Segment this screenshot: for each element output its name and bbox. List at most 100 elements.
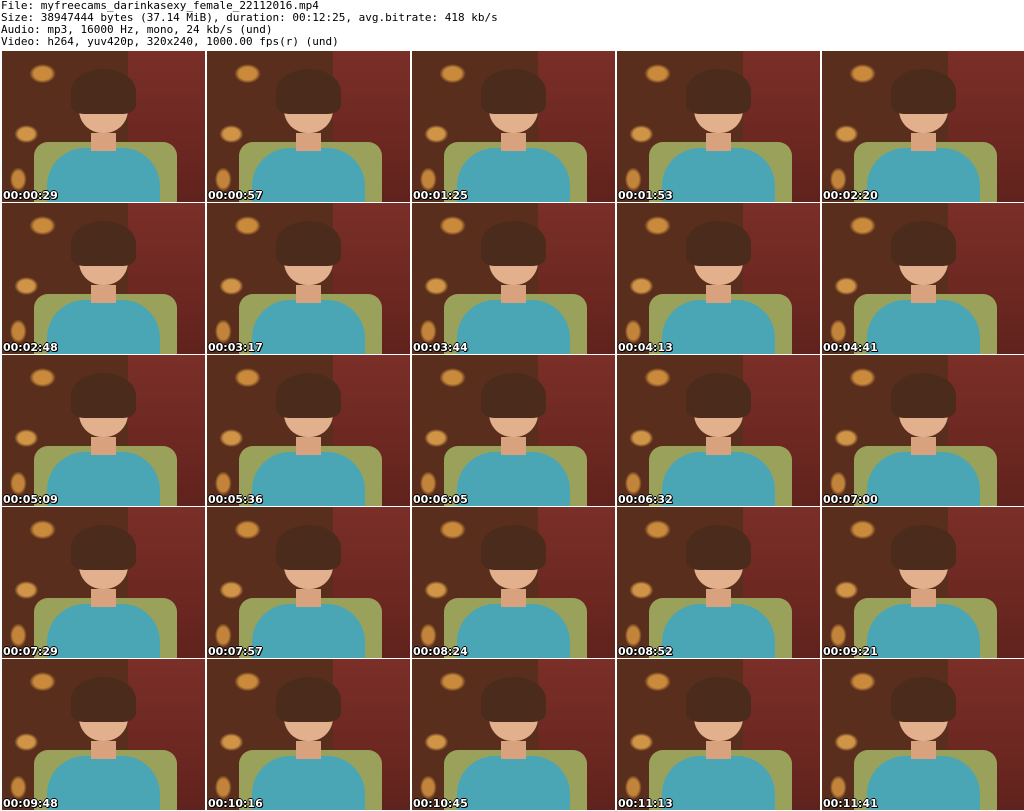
timestamp-label: 00:08:52 — [618, 645, 673, 658]
neck-shape — [911, 740, 936, 759]
hair-shape — [891, 677, 956, 723]
hair-shape — [891, 373, 956, 419]
timestamp-label: 00:03:17 — [208, 341, 263, 354]
hair-shape — [891, 221, 956, 267]
video-thumbnail: 00:07:00 — [822, 355, 1024, 506]
neck-shape — [706, 132, 731, 151]
shirt-shape — [46, 299, 161, 354]
video-thumbnail: 00:05:09 — [2, 355, 205, 506]
video-thumbnail: 00:04:13 — [617, 203, 820, 354]
shirt-shape — [456, 451, 571, 506]
timestamp-label: 00:00:29 — [3, 189, 58, 202]
video-thumbnail: 00:03:44 — [412, 203, 615, 354]
shirt-shape — [456, 755, 571, 810]
shirt-shape — [866, 147, 981, 202]
hair-shape — [481, 677, 546, 723]
video-thumbnail: 00:08:52 — [617, 507, 820, 658]
timestamp-label: 00:11:13 — [618, 797, 673, 810]
timestamp-label: 00:05:36 — [208, 493, 263, 506]
hair-shape — [71, 69, 136, 115]
hair-shape — [276, 525, 341, 571]
timestamp-label: 00:07:00 — [823, 493, 878, 506]
video-thumbnail: 00:09:21 — [822, 507, 1024, 658]
video-thumbnail: 00:02:48 — [2, 203, 205, 354]
timestamp-label: 00:09:21 — [823, 645, 878, 658]
hair-shape — [71, 525, 136, 571]
neck-shape — [501, 132, 526, 151]
hair-shape — [686, 373, 751, 419]
timestamp-label: 00:10:16 — [208, 797, 263, 810]
video-thumbnail: 00:01:25 — [412, 51, 615, 202]
timestamp-label: 00:04:41 — [823, 341, 878, 354]
hair-shape — [71, 677, 136, 723]
shirt-shape — [251, 147, 366, 202]
video-thumbnail: 00:02:20 — [822, 51, 1024, 202]
timestamp-label: 00:07:57 — [208, 645, 263, 658]
hair-shape — [276, 69, 341, 115]
timestamp-label: 00:02:48 — [3, 341, 58, 354]
video-thumbnail: 00:08:24 — [412, 507, 615, 658]
neck-shape — [91, 132, 116, 151]
shirt-shape — [661, 451, 776, 506]
shirt-shape — [46, 451, 161, 506]
timestamp-label: 00:06:32 — [618, 493, 673, 506]
shirt-shape — [456, 299, 571, 354]
timestamp-label: 00:09:48 — [3, 797, 58, 810]
neck-shape — [296, 740, 321, 759]
hair-shape — [276, 221, 341, 267]
hair-shape — [686, 221, 751, 267]
shirt-shape — [251, 755, 366, 810]
video-thumbnail: 00:10:45 — [412, 659, 615, 810]
neck-shape — [91, 284, 116, 303]
shirt-shape — [866, 299, 981, 354]
shirt-shape — [866, 755, 981, 810]
shirt-shape — [866, 603, 981, 658]
video-thumbnail: 00:00:29 — [2, 51, 205, 202]
video-thumbnail: 00:07:57 — [207, 507, 410, 658]
hair-shape — [481, 69, 546, 115]
video-thumbnail: 00:11:41 — [822, 659, 1024, 810]
file-info-header: File: myfreecams_darinkasexy_female_2211… — [0, 0, 1024, 50]
video-thumbnail: 00:09:48 — [2, 659, 205, 810]
neck-shape — [706, 436, 731, 455]
shirt-shape — [661, 755, 776, 810]
shirt-shape — [251, 451, 366, 506]
hair-shape — [891, 69, 956, 115]
video-thumbnail: 00:11:13 — [617, 659, 820, 810]
neck-shape — [296, 436, 321, 455]
video-thumbnail: 00:00:57 — [207, 51, 410, 202]
shirt-shape — [661, 299, 776, 354]
timestamp-label: 00:07:29 — [3, 645, 58, 658]
video-thumbnail: 00:07:29 — [2, 507, 205, 658]
neck-shape — [911, 284, 936, 303]
timestamp-label: 00:05:09 — [3, 493, 58, 506]
timestamp-label: 00:00:57 — [208, 189, 263, 202]
neck-shape — [911, 132, 936, 151]
neck-shape — [501, 740, 526, 759]
video-thumbnail: 00:03:17 — [207, 203, 410, 354]
hair-shape — [71, 221, 136, 267]
neck-shape — [296, 132, 321, 151]
neck-shape — [911, 436, 936, 455]
timestamp-label: 00:10:45 — [413, 797, 468, 810]
shirt-shape — [251, 299, 366, 354]
neck-shape — [706, 740, 731, 759]
thumbnail-grid: 00:00:29 00:00:57 00:01:25 00:01:53 00:02:20… — [2, 51, 1024, 810]
shirt-shape — [456, 147, 571, 202]
neck-shape — [706, 588, 731, 607]
timestamp-label: 00:04:13 — [618, 341, 673, 354]
neck-shape — [91, 740, 116, 759]
shirt-shape — [46, 603, 161, 658]
neck-shape — [706, 284, 731, 303]
hair-shape — [276, 373, 341, 419]
shirt-shape — [661, 603, 776, 658]
timestamp-label: 00:08:24 — [413, 645, 468, 658]
hair-shape — [71, 373, 136, 419]
neck-shape — [501, 436, 526, 455]
timestamp-label: 00:02:20 — [823, 189, 878, 202]
timestamp-label: 00:11:41 — [823, 797, 878, 810]
neck-shape — [296, 284, 321, 303]
timestamp-label: 00:03:44 — [413, 341, 468, 354]
hair-shape — [481, 373, 546, 419]
hair-shape — [686, 69, 751, 115]
